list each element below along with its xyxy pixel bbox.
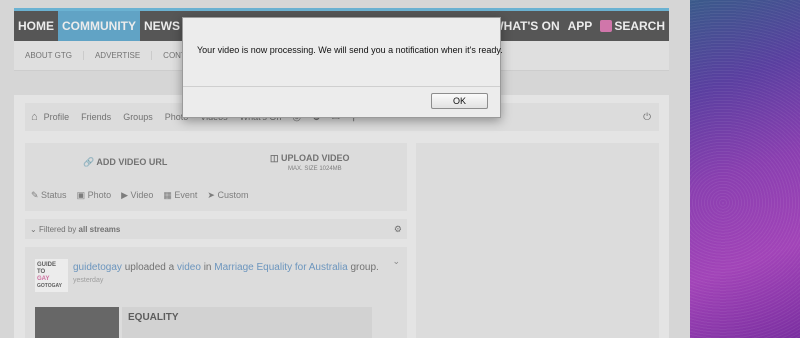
ok-button[interactable]: OK [431,93,488,109]
alert-dialog: Your video is now processing. We will se… [182,17,503,118]
browser-page: HOME COMMUNITY NEWS ◉ WHAT'S ON APP SEAR… [0,0,690,338]
desktop-background [690,0,800,338]
dialog-divider [183,86,500,87]
dialog-message: Your video is now processing. We will se… [197,45,503,55]
